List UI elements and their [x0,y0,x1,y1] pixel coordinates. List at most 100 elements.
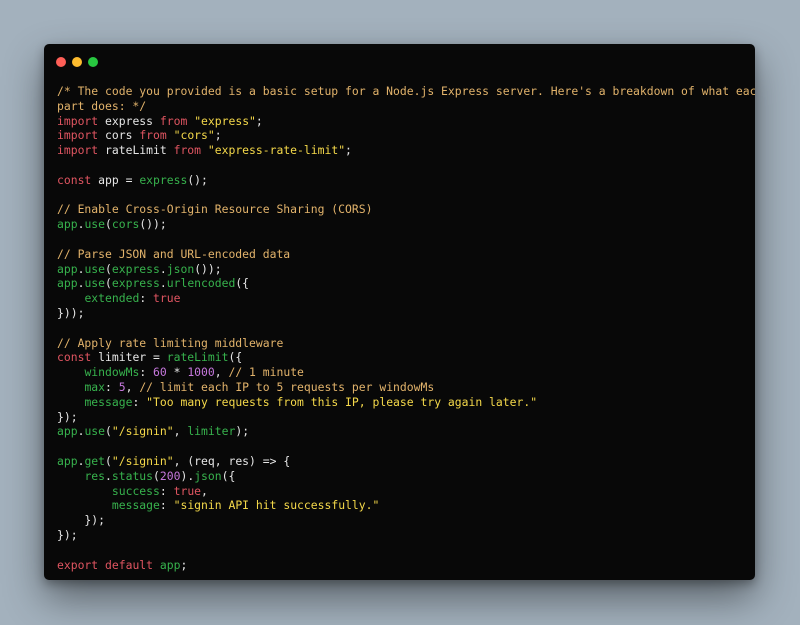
code-token-plain: ( [105,217,112,232]
code-token-function: message [84,394,133,409]
code-line: import express from "express"; [57,114,755,129]
code-token-plain: : [132,394,147,409]
code-token-function: app [57,217,78,232]
code-token-comment: // limit each IP to 5 requests per windo… [139,379,435,394]
code-token-keyword: const [57,172,92,187]
code-token-function: urlencoded [166,276,236,291]
code-token-function: app [159,557,181,572]
code-token-plain: ( [105,261,112,276]
code-window: /* The code you provided is a basic setu… [44,44,755,580]
code-line: part does: */ [57,99,755,114]
code-token-plain: , [173,424,188,439]
code-token-plain: : [159,498,174,513]
window-titlebar [44,44,755,80]
code-line: /* The code you provided is a basic setu… [57,84,755,99]
code-token-number: 1000 [187,365,215,380]
code-line: extended: true [57,291,755,306]
code-token-plain: ; [345,143,352,158]
code-line: }); [57,513,755,528]
code-line: import cors from "cors"; [57,128,755,143]
code-token-function: json [194,468,222,483]
code-token-plain: ; [214,128,222,143]
code-token-number: 200 [159,468,181,483]
code-token-comment: // 1 minute [228,365,304,380]
code-token-keyword: const [57,350,92,365]
code-line: res.status(200).json({ [57,469,755,484]
code-token-keyword: export [57,557,99,572]
code-token-plain: ({ [221,468,236,483]
code-token-plain: : [139,365,154,380]
code-token-function: express [111,276,160,291]
code-token-function: res [84,468,106,483]
code-line: export default app; [57,558,755,573]
code-token-function: express [111,261,160,276]
code-token-plain: ( [105,453,112,468]
code-token-keyword: from [159,113,188,128]
code-token-plain: })); [57,305,85,320]
code-token-function: app [57,261,78,276]
code-token-function: rateLimit [166,350,229,365]
code-token-function: json [166,261,195,276]
code-token-function: app [57,453,78,468]
code-token-plain: ); [235,424,250,439]
code-token-function: status [111,468,154,483]
code-line: app.use(express.json()); [57,262,755,277]
code-token-keyword: from [139,128,167,143]
code-token-plain: : [139,291,154,306]
code-token-plain: }); [57,513,106,528]
code-line: // Apply rate limiting middleware [57,336,755,351]
code-token-plain: express [98,113,160,128]
code-line: max: 5, // limit each IP to 5 requests p… [57,380,755,395]
code-token-function: windowMs [84,365,140,380]
code-token-plain: }); [57,527,78,542]
code-token-plain: . [159,261,167,276]
code-token-plain: . [159,276,167,291]
code-token-function: app [57,276,78,291]
code-block: /* The code you provided is a basic setu… [57,84,755,572]
code-token-plain: ; [255,113,263,128]
code-token-plain: app = [91,172,140,187]
code-token-plain: , (req, res) => { [173,453,291,468]
code-line: const app = express(); [57,173,755,188]
code-token-comment: part does: */ [57,98,147,113]
code-token-plain: ()); [194,261,222,276]
code-token-plain: cors [98,128,140,143]
code-token-plain: . [105,468,112,483]
code-line: message: "signin API hit successfully." [57,498,755,513]
close-button[interactable] [56,57,66,67]
code-token-keyword: true [173,483,202,498]
code-token-plain: , [214,365,229,380]
code-token-plain: ({ [228,350,243,365]
code-token-plain: * [166,365,188,380]
code-line: app.use("/signin", limiter); [57,424,755,439]
code-token-plain: ). [180,468,195,483]
code-token-keyword: true [153,291,181,306]
code-line: })); [57,306,755,321]
code-line: windowMs: 60 * 1000, // 1 minute [57,365,755,380]
code-token-function: extended [84,291,140,306]
code-token-keyword: import [57,143,99,158]
code-line: // Parse JSON and URL-encoded data [57,247,755,262]
minimize-button[interactable] [72,57,82,67]
code-token-keyword: import [57,113,99,128]
code-line: const limiter = rateLimit({ [57,350,755,365]
zoom-button[interactable] [88,57,98,67]
code-line: app.get("/signin", (req, res) => { [57,454,755,469]
code-token-function: use [84,261,106,276]
code-line: success: true, [57,484,755,499]
code-token-function: use [84,424,106,439]
code-token-number: 60 [153,365,167,380]
